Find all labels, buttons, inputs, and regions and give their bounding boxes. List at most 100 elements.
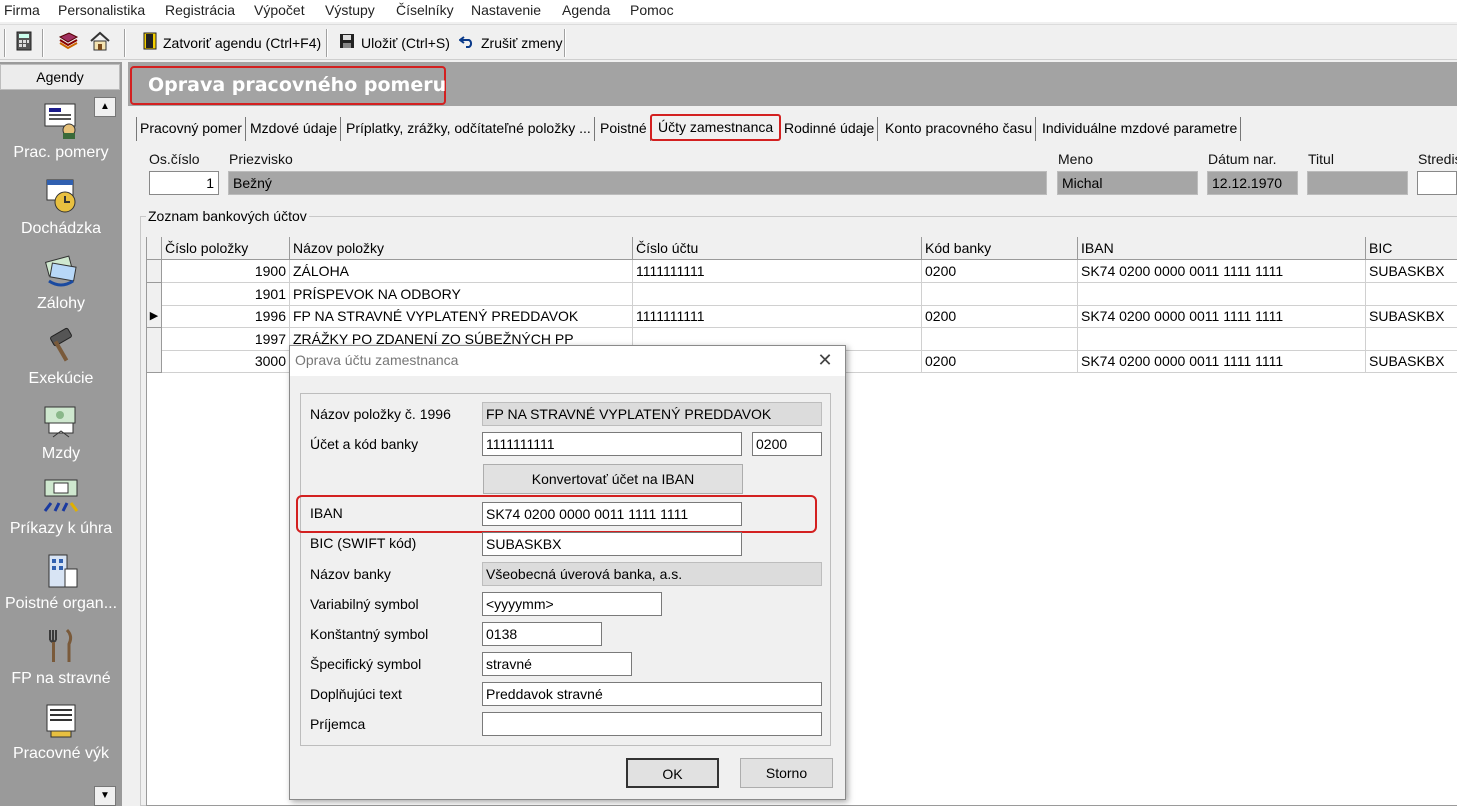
table-cell[interactable]: 0200 xyxy=(922,305,1078,328)
bank-code-field[interactable]: 0200 xyxy=(752,432,822,456)
menu-registracia[interactable]: Registrácia xyxy=(165,2,235,18)
calculator-icon[interactable] xyxy=(12,31,36,55)
row-indicator[interactable] xyxy=(147,260,162,283)
table-cell[interactable]: SUBASKBX xyxy=(1366,350,1457,373)
save-button[interactable]: Uložiť (Ctrl+S) xyxy=(336,30,453,56)
tab-konto-pracovneho-casu[interactable]: Konto pracovného času xyxy=(882,117,1037,141)
account-number-field[interactable]: 1111111111 xyxy=(482,432,742,456)
sidebar-item-mzdy[interactable]: Mzdy xyxy=(0,401,122,463)
close-icon[interactable]: ✕ xyxy=(814,350,836,372)
sidebar-item-label: Poistné organ... xyxy=(4,595,118,612)
ucet-kod-banky-label: Účet a kód banky xyxy=(310,436,419,452)
column-header-kod-banky[interactable]: Kód banky xyxy=(922,237,1078,260)
menu-vystupy[interactable]: Výstupy xyxy=(325,2,375,18)
sidebar-item-prikazy[interactable]: Príkazy k úhra xyxy=(0,476,122,538)
tab-individualne-parametre[interactable]: Individuálne mzdové parametre xyxy=(1039,117,1242,141)
priezvisko-label: Priezvisko xyxy=(229,151,293,167)
tab-ucty-zamestnanca[interactable]: Účty zamestnanca xyxy=(650,114,782,141)
column-header-cislo-polozky[interactable]: Číslo položky xyxy=(162,237,290,260)
sidebar-header[interactable]: Agendy xyxy=(0,64,120,90)
menu-agenda[interactable]: Agenda xyxy=(562,2,610,18)
table-cell[interactable]: SUBASKBX xyxy=(1366,260,1457,283)
constant-symbol-field[interactable]: 0138 xyxy=(482,622,602,646)
table-cell[interactable]: SK74 0200 0000 0011 1111 1111 xyxy=(1078,260,1366,283)
scroll-down-button[interactable]: ▼ xyxy=(94,786,116,806)
column-header-cislo-uctu[interactable]: Číslo účtu xyxy=(633,237,922,260)
wages-icon xyxy=(41,401,81,441)
sidebar-item-pracovne-vykazy[interactable]: Pracovné výk xyxy=(0,701,122,763)
exit-door-icon xyxy=(143,32,157,54)
current-row-indicator[interactable]: ▶ xyxy=(147,305,162,328)
table-cell[interactable]: 1111111111 xyxy=(633,260,922,283)
specific-symbol-field[interactable]: stravné xyxy=(482,652,632,676)
book-icon[interactable] xyxy=(56,31,80,55)
table-cell[interactable] xyxy=(1366,283,1457,306)
recipient-field[interactable] xyxy=(482,712,822,736)
nazov-polozky-field: FP NA STRAVNÉ VYPLATENÝ PREDDAVOK xyxy=(482,402,822,426)
table-cell[interactable]: 3000 xyxy=(162,350,290,373)
variable-symbol-field[interactable]: <yyyymm> xyxy=(482,592,662,616)
cancel-changes-button[interactable]: Zrušiť zmeny xyxy=(456,30,565,56)
table-cell[interactable]: SUBASKBX xyxy=(1366,305,1457,328)
column-header-bic[interactable]: BIC xyxy=(1366,237,1457,260)
additional-text-field[interactable]: Preddavok stravné xyxy=(482,682,822,706)
row-indicator[interactable] xyxy=(147,328,162,351)
page-title: Oprava pracovného pomeru xyxy=(130,66,446,105)
menu-personalistika[interactable]: Personalistika xyxy=(58,2,145,18)
os-cislo-field[interactable]: 1 xyxy=(149,171,219,195)
row-indicator[interactable] xyxy=(147,350,162,373)
sidebar-item-poistne[interactable]: Poistné organ... xyxy=(0,551,122,613)
menu-nastavenie[interactable]: Nastavenie xyxy=(471,2,541,18)
bic-field[interactable]: SUBASKBX xyxy=(482,532,742,556)
tab-poistne[interactable]: Poistné xyxy=(597,117,651,141)
convert-to-iban-button[interactable]: Konvertovať účet na IBAN xyxy=(483,464,743,494)
tab-priplatky[interactable]: Príplatky, zrážky, odčítateľné položky .… xyxy=(343,117,595,141)
table-cell[interactable]: 0200 xyxy=(922,260,1078,283)
tab-pracovny-pomer[interactable]: Pracovný pomer xyxy=(136,117,246,141)
close-agenda-button[interactable]: Zatvoriť agendu (Ctrl+F4) xyxy=(140,30,324,56)
tab-mzdove-udaje[interactable]: Mzdové údaje xyxy=(247,117,342,141)
menu-ciselniky[interactable]: Číselníky xyxy=(396,2,454,18)
table-cell[interactable]: SK74 0200 0000 0011 1111 1111 xyxy=(1078,350,1366,373)
table-cell[interactable]: 1900 xyxy=(162,260,290,283)
save-label: Uložiť (Ctrl+S) xyxy=(361,35,450,51)
storno-button[interactable]: Storno xyxy=(740,758,833,788)
dialog-title: Oprava účtu zamestnanca xyxy=(295,352,459,368)
table-cell[interactable]: SK74 0200 0000 0011 1111 1111 xyxy=(1078,305,1366,328)
table-cell[interactable] xyxy=(922,328,1078,351)
close-agenda-label: Zatvoriť agendu (Ctrl+F4) xyxy=(163,35,322,51)
table-cell[interactable]: 1901 xyxy=(162,283,290,306)
table-cell[interactable] xyxy=(922,283,1078,306)
sidebar-item-prac-pomery[interactable]: Prac. pomery xyxy=(0,100,122,162)
table-cell[interactable]: ZÁLOHA xyxy=(290,260,633,283)
ok-button[interactable]: OK xyxy=(626,758,719,788)
konstantny-symbol-label: Konštantný symbol xyxy=(310,626,429,642)
menu-vypocet[interactable]: Výpočet xyxy=(254,2,305,18)
sidebar-item-fp-stravne[interactable]: FP na stravné xyxy=(0,626,122,688)
table-cell[interactable]: 1997 xyxy=(162,328,290,351)
table-cell[interactable]: 1996 xyxy=(162,305,290,328)
sidebar-item-label: Príkazy k úhra xyxy=(9,520,113,537)
iban-field[interactable]: SK74 0200 0000 0011 1111 1111 xyxy=(482,502,742,526)
tab-rodinne-udaje[interactable]: Rodinné údaje xyxy=(781,117,879,141)
table-cell[interactable] xyxy=(1078,328,1366,351)
table-cell[interactable]: FP NA STRAVNÉ VYPLATENÝ PREDDAVOK xyxy=(290,305,633,328)
menu-pomoc[interactable]: Pomoc xyxy=(630,2,674,18)
stredisko-label: Stredis xyxy=(1418,151,1457,167)
menu-firma[interactable]: Firma xyxy=(4,2,40,18)
sidebar-item-zalohy[interactable]: Zálohy xyxy=(0,251,122,313)
table-cell[interactable] xyxy=(633,283,922,306)
home-icon[interactable] xyxy=(88,31,112,55)
row-indicator[interactable] xyxy=(147,283,162,306)
column-header-nazov-polozky[interactable]: Názov položky xyxy=(290,237,633,260)
undo-icon xyxy=(458,34,475,52)
sidebar-item-dochadzka[interactable]: Dochádzka xyxy=(0,176,122,238)
sidebar-item-exekucie[interactable]: Exekúcie xyxy=(0,326,122,388)
table-cell[interactable] xyxy=(1078,283,1366,306)
table-cell[interactable]: PRÍSPEVOK NA ODBORY xyxy=(290,283,633,306)
table-cell[interactable]: 0200 xyxy=(922,350,1078,373)
stredisko-field[interactable] xyxy=(1417,171,1457,195)
table-cell[interactable]: 1111111111 xyxy=(633,305,922,328)
column-header-iban[interactable]: IBAN xyxy=(1078,237,1366,260)
table-cell[interactable] xyxy=(1366,328,1457,351)
